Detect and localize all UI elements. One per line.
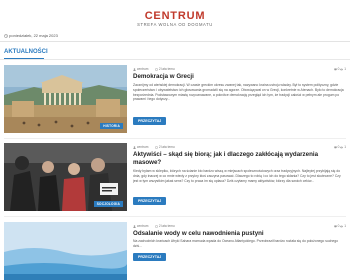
article-excerpt: Kiedy byłam w sklepiku, których na ścian… — [133, 169, 341, 183]
article-stats: 0 1 — [334, 67, 346, 72]
user-icon — [133, 224, 136, 228]
header-divider — [0, 41, 350, 42]
article-title[interactable]: Aktywiści – skąd się biorą; jak i dlacze… — [133, 151, 346, 167]
read-more-button[interactable]: PRZECZYTAJ — [133, 253, 167, 261]
article-thumbnail[interactable] — [4, 222, 127, 280]
clock-icon — [155, 224, 158, 228]
article-card: HISTORIA centrum 2 lata temu 0 1 Demokra… — [4, 65, 346, 139]
eye-icon — [340, 68, 344, 70]
article-thumbnail[interactable]: HISTORIA — [4, 65, 127, 133]
author-link[interactable]: centrum — [133, 145, 148, 150]
article-meta: centrum 2 lata temu 0 1 — [133, 145, 346, 150]
article-card: SOCJOLOGIA centrum 2 lata temu 0 1 Aktyw… — [4, 143, 346, 217]
eye-icon — [340, 225, 344, 227]
clock-icon — [155, 145, 158, 149]
author-link[interactable]: centrum — [133, 224, 148, 229]
article-divider — [4, 138, 346, 139]
article-stats: 0 1 — [334, 224, 346, 229]
comment-icon — [334, 224, 337, 228]
logo-tagline: STREFA WOLNA OD DOGMATU — [137, 22, 213, 27]
category-badge[interactable]: HISTORIA — [100, 123, 123, 129]
current-date: poniedziałek, 22 maja 2023 — [9, 33, 58, 38]
article-excerpt: Zacznijmy od ateńskiej demokracji. W cza… — [133, 83, 344, 102]
article-excerpt: Na zachodnich krańcach Afryki Sahara mam… — [133, 239, 339, 248]
comment-icon — [334, 67, 337, 71]
article-title[interactable]: Odsalanie wody w celu nawodnienia pustyn… — [133, 230, 346, 238]
article-divider — [4, 216, 346, 217]
article-meta: centrum 2 lata temu 0 1 — [133, 67, 346, 72]
site-logo[interactable]: CENTRUM STREFA WOLNA OD DOGMATU — [0, 10, 350, 28]
article-stats: 0 1 — [334, 145, 346, 150]
user-icon — [133, 67, 136, 71]
article-thumbnail[interactable]: SOCJOLOGIA — [4, 143, 127, 211]
eye-icon — [340, 146, 344, 148]
publish-time: 2 lata temu — [155, 224, 175, 229]
author-link[interactable]: centrum — [133, 67, 148, 72]
section-divider — [0, 59, 350, 60]
date-row: poniedziałek, 22 maja 2023 — [4, 33, 58, 38]
read-more-button[interactable]: PRZECZYTAJ — [133, 117, 167, 125]
article-title[interactable]: Demokracja w Grecji — [133, 73, 346, 81]
read-more-button[interactable]: PRZECZYTAJ — [133, 197, 167, 205]
article-card: centrum 2 lata temu 0 1 Odsalanie wody w… — [4, 222, 346, 280]
clock-icon — [4, 33, 8, 38]
user-icon — [133, 145, 136, 149]
clock-icon — [155, 67, 158, 71]
article-meta: centrum 2 lata temu 0 1 — [133, 224, 346, 229]
logo-title: CENTRUM — [144, 10, 206, 22]
comment-icon — [334, 145, 337, 149]
section-title: AKTUALNOŚCI — [4, 49, 48, 55]
publish-time: 2 lata temu — [155, 145, 175, 150]
category-badge[interactable]: SOCJOLOGIA — [93, 201, 123, 207]
publish-time: 2 lata temu — [155, 67, 175, 72]
